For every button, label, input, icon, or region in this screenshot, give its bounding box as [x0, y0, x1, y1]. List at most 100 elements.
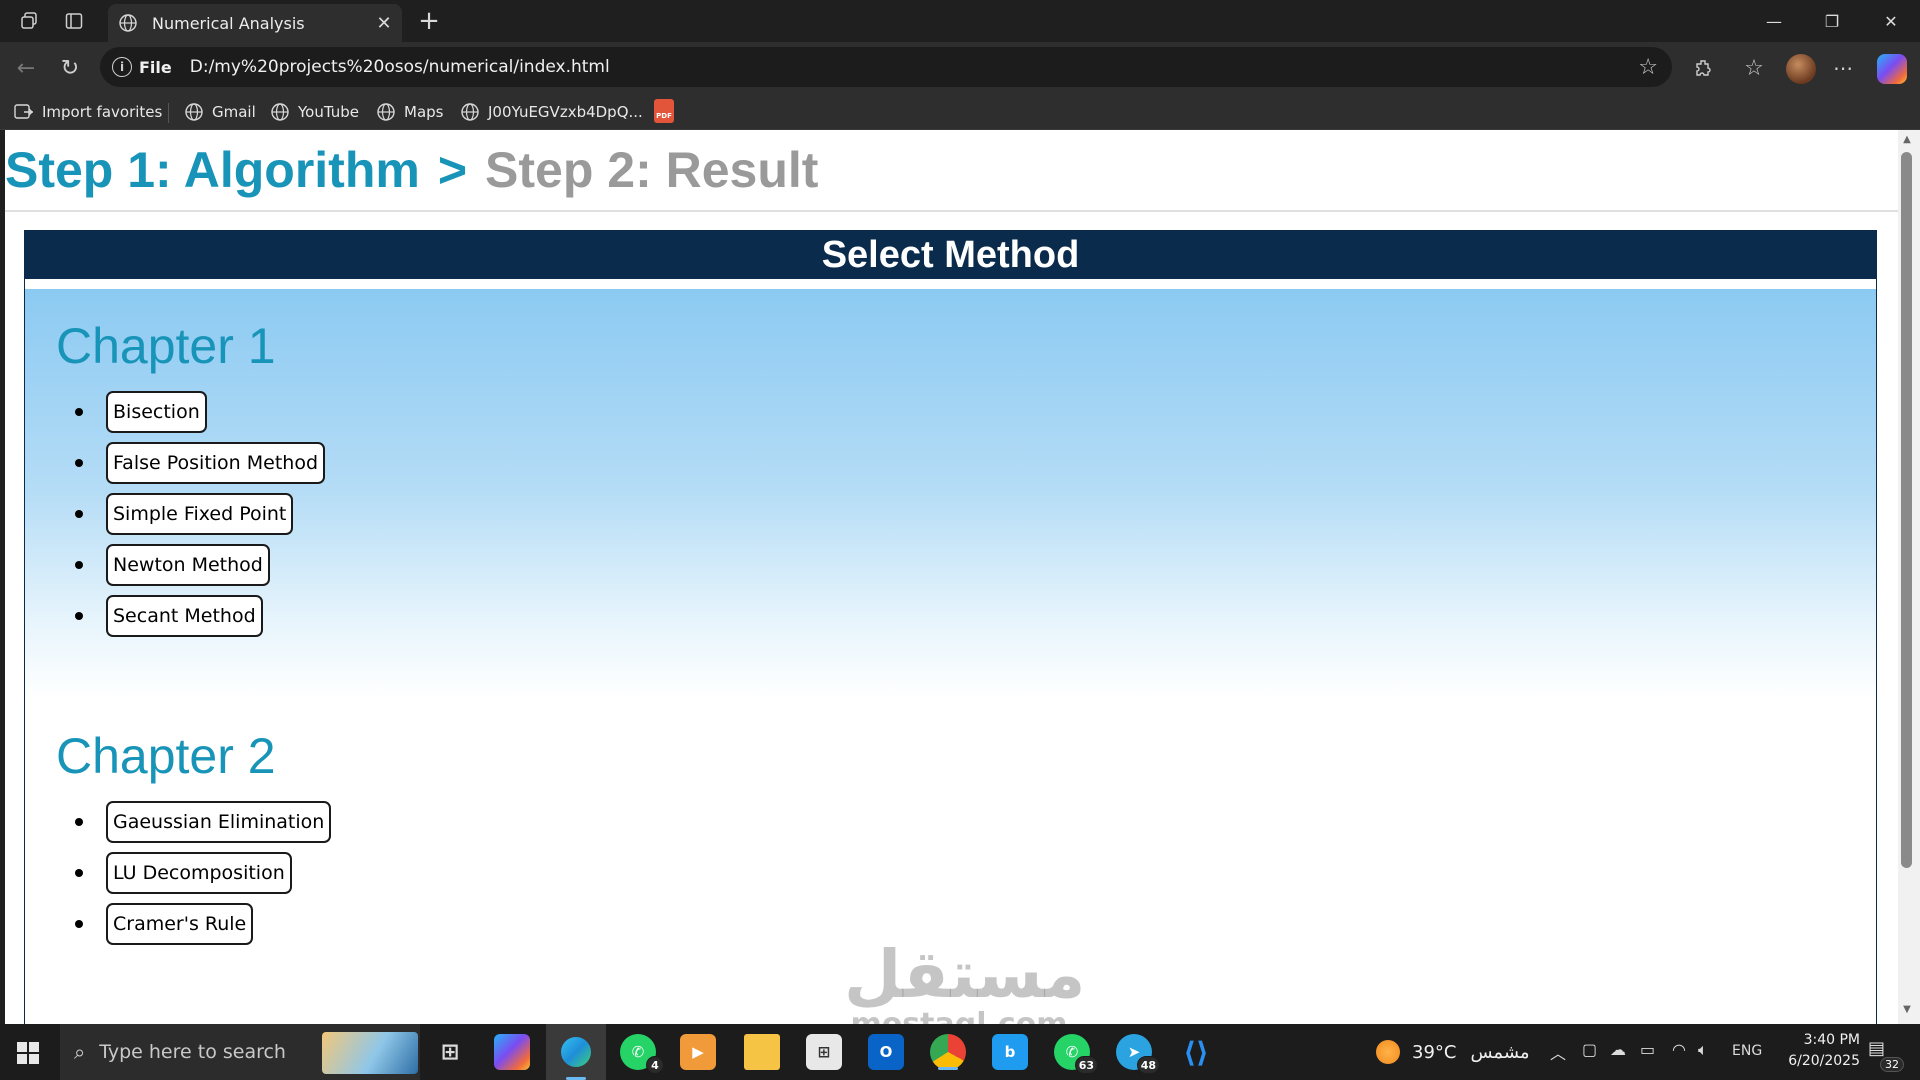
bookmark-separator	[168, 103, 169, 123]
weather-condition: مشمس	[1470, 1041, 1530, 1063]
copilot-icon[interactable]	[1877, 54, 1907, 84]
divider	[5, 210, 1898, 212]
reload-button[interactable]: ↻	[54, 52, 86, 84]
globe-icon	[460, 102, 480, 122]
scroll-up-arrow-icon[interactable]: ▲	[1901, 134, 1913, 148]
copilot-icon[interactable]	[494, 1034, 530, 1070]
file-explorer-icon[interactable]	[744, 1034, 780, 1070]
windows-taskbar: ⌕ Type here to search ⊞ ✆ 4 ▶ ⊞ O b ✆ 63 ➤…	[0, 1024, 1920, 1080]
list-item: LU Decomposition	[74, 847, 331, 898]
list-item: Cramer's Rule	[74, 898, 331, 949]
list-item: Simple Fixed Point	[74, 488, 325, 539]
chapter-1-method-list: Bisection False Position Method Simple F…	[74, 386, 326, 641]
volume-icon[interactable]: 🔈︎	[1698, 1040, 1708, 1060]
globe-icon	[118, 12, 140, 34]
edge-icon[interactable]	[546, 1024, 606, 1080]
panel-body: Chapter 1 Bisection False Position Metho…	[25, 289, 1876, 1024]
method-button-newton[interactable]: Newton Method	[106, 543, 270, 586]
weather-widget[interactable]: 39°C مشمس	[1376, 1038, 1530, 1066]
favorites-icon[interactable]: ☆	[1738, 52, 1770, 84]
windows-start-icon[interactable]	[17, 1042, 39, 1064]
globe-icon	[184, 102, 204, 122]
back-button[interactable]: ←	[10, 52, 42, 84]
close-tab-icon[interactable]: ✕	[372, 13, 396, 34]
profile-avatar[interactable]	[1786, 54, 1816, 84]
new-tab-button[interactable]: +	[414, 6, 444, 36]
breadcrumb-separator: >	[437, 142, 468, 198]
tab-title: Numerical Analysis	[152, 13, 305, 33]
method-button-lu-decomposition[interactable]: LU Decomposition	[106, 851, 292, 894]
method-button-cramers-rule[interactable]: Cramer's Rule	[106, 902, 254, 945]
whatsapp-business-icon[interactable]: ✆ 63	[1054, 1034, 1098, 1074]
battery-icon[interactable]: ▭	[1640, 1040, 1655, 1059]
pdf-bookmark-icon[interactable]: PDF	[654, 99, 674, 123]
globe-icon	[376, 102, 396, 122]
outlook-icon[interactable]: O	[868, 1034, 904, 1070]
bookmark-label: Maps	[404, 103, 444, 121]
method-button-simple-fixed-point[interactable]: Simple Fixed Point	[106, 492, 294, 535]
chapter-2-method-list: Gaeussian Elimination LU Decomposition C…	[74, 796, 332, 949]
search-highlight-image	[322, 1032, 418, 1074]
onedrive-icon[interactable]: ☁	[1610, 1040, 1626, 1059]
search-placeholder: Type here to search	[99, 1041, 286, 1063]
bookmark-import-favorites[interactable]: Import favorites	[14, 98, 162, 126]
vertical-tabs-icon[interactable]	[60, 8, 88, 34]
chrome-icon[interactable]	[930, 1034, 966, 1070]
whatsapp-badge: 4	[646, 1056, 664, 1074]
extensions-icon[interactable]	[1688, 52, 1720, 84]
bookmark-maps[interactable]: Maps	[376, 98, 443, 126]
chapter-1-heading: Chapter 1	[56, 318, 276, 374]
method-button-secant[interactable]: Secant Method	[106, 594, 263, 637]
info-icon[interactable]: i	[112, 57, 132, 77]
list-item: False Position Method	[74, 437, 326, 488]
microsoft-store-icon[interactable]: ⊞	[806, 1034, 842, 1070]
bookmark-label: J00YuEGVzxb4DpQ...	[488, 103, 643, 121]
show-hidden-icons-icon[interactable]: ︿	[1550, 1040, 1566, 1064]
clock-date: 6/20/2025	[1788, 1053, 1860, 1069]
breadcrumb-step-algorithm[interactable]: Step 1: Algorithm	[5, 141, 420, 199]
list-item: Gaeussian Elimination	[74, 796, 332, 847]
notification-center-icon[interactable]: ▤ 32	[1868, 1038, 1904, 1072]
wifi-icon[interactable]: ◠	[1672, 1040, 1686, 1059]
scrollbar-thumb[interactable]	[1901, 152, 1912, 868]
restore-button[interactable]: ❐	[1803, 0, 1861, 42]
language-indicator[interactable]: ENG	[1732, 1043, 1762, 1059]
whatsapp-icon[interactable]: ✆ 4	[620, 1034, 664, 1074]
import-icon	[14, 103, 34, 121]
method-button-false-position[interactable]: False Position Method	[106, 441, 326, 484]
method-button-bisection[interactable]: Bisection	[106, 390, 207, 433]
address-bar[interactable]: i File D:/my%20projects%20osos/numerical…	[100, 47, 1672, 87]
task-view-icon[interactable]: ⊞	[432, 1034, 468, 1070]
list-item: Newton Method	[74, 539, 325, 590]
bookmark-label: YouTube	[298, 103, 359, 121]
bookmark-gmail[interactable]: Gmail	[184, 98, 256, 126]
address-url[interactable]: D:/my%20projects%20osos/numerical/index.…	[190, 57, 1639, 77]
vscode-icon[interactable]: ⟨⟩	[1178, 1034, 1214, 1070]
weather-temperature: 39°C	[1412, 1041, 1457, 1063]
bookmark-file-link[interactable]: J00YuEGVzxb4DpQ...	[460, 98, 643, 126]
minimize-button[interactable]: —	[1745, 0, 1803, 42]
method-button-gaussian-elimination[interactable]: Gaeussian Elimination	[106, 800, 332, 843]
search-icon: ⌕	[74, 1040, 86, 1064]
telegram-icon[interactable]: ➤ 48	[1116, 1034, 1160, 1074]
meet-now-icon[interactable]: ▢	[1582, 1040, 1597, 1059]
list-item: Secant Method	[74, 590, 325, 641]
globe-icon	[270, 102, 290, 122]
close-window-button[interactable]: ✕	[1862, 0, 1920, 42]
system-clock[interactable]: 3:40 PM 6/20/2025	[1772, 1030, 1860, 1072]
method-panel: Select Method Chapter 1 Bisection False …	[24, 230, 1877, 1024]
workspaces-icon[interactable]	[16, 8, 44, 34]
bookmark-label: Import favorites	[42, 103, 163, 121]
clock-time: 3:40 PM	[1803, 1032, 1860, 1048]
bluesky-icon[interactable]: b	[992, 1034, 1028, 1070]
bookmark-youtube[interactable]: YouTube	[270, 98, 359, 126]
more-options-icon[interactable]: ⋯	[1827, 52, 1859, 84]
taskbar-search-box[interactable]: ⌕ Type here to search	[60, 1024, 420, 1080]
address-scheme: File	[139, 57, 172, 77]
favorite-star-icon[interactable]: ☆	[1638, 55, 1658, 80]
telegram-badge: 48	[1136, 1056, 1160, 1074]
tab-numerical-analysis[interactable]: Numerical Analysis ✕	[108, 4, 402, 42]
scroll-down-arrow-icon[interactable]: ▼	[1901, 1004, 1913, 1018]
page-viewport: Step 1: Algorithm > Step 2: Result Selec…	[5, 130, 1898, 1024]
media-player-icon[interactable]: ▶	[680, 1034, 716, 1070]
